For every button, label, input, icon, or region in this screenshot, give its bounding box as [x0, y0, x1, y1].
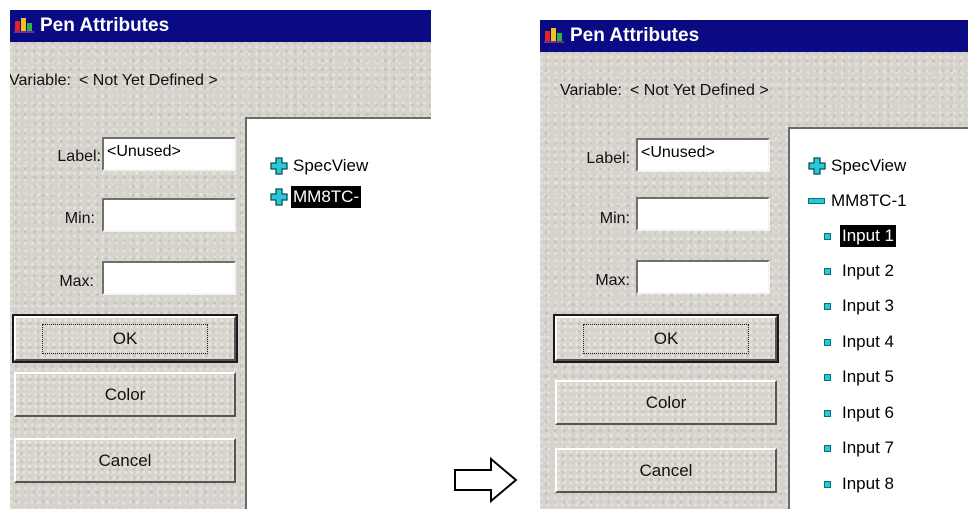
tree-item-label: Input 3 — [842, 296, 894, 315]
pen-attributes-dialog-expanded: Pen Attributes Variable: < Not Yet Define… — [540, 20, 968, 509]
pen-attributes-dialog-collapsed: Pen Attributes Variable: < Not Yet Define… — [10, 10, 431, 509]
max-label: Max: — [595, 272, 630, 289]
tree-item-input-5[interactable]: Input 5 — [824, 366, 896, 388]
variable-tree[interactable]: SpecView MM8TC-1 Input 1 Input 2 Input 3… — [788, 127, 968, 509]
tree-item-mm8tc-1[interactable]: MM8TC-1 — [808, 190, 909, 212]
tree-item-input-2[interactable]: Input 2 — [824, 260, 896, 282]
variable-line: Variable: < Not Yet Defined > — [10, 72, 218, 90]
min-field[interactable] — [102, 198, 236, 232]
right-arrow-icon — [454, 456, 518, 504]
tree-item-input-8[interactable]: Input 8 — [824, 473, 896, 495]
tree-item-label: Input 5 — [842, 367, 894, 386]
label-field[interactable]: <Unused> — [636, 138, 770, 172]
max-field[interactable] — [636, 260, 770, 294]
tree-item-label: SpecView — [831, 156, 907, 175]
variable-value: < Not Yet Defined > — [78, 72, 218, 89]
tree-item-label: MM8TC-1 — [831, 191, 907, 210]
leaf-icon — [824, 373, 831, 381]
leaf-icon — [824, 444, 831, 452]
title-bar[interactable]: Pen Attributes — [10, 10, 431, 42]
tree-item-input-7[interactable]: Input 7 — [824, 437, 896, 459]
cancel-button[interactable]: Cancel — [555, 448, 777, 493]
min-label: Min: — [64, 210, 95, 227]
color-button[interactable]: Color — [14, 372, 236, 417]
title-bar[interactable]: Pen Attributes — [540, 20, 968, 52]
ok-button[interactable]: OK — [12, 314, 238, 363]
tree-item-input-6[interactable]: Input 6 — [824, 402, 896, 424]
leaf-icon — [824, 232, 831, 240]
ok-button-label: OK — [41, 323, 209, 354]
ok-button[interactable]: OK — [553, 314, 779, 363]
max-label: Max: — [59, 273, 94, 290]
tree-item-label: Input 6 — [842, 403, 894, 422]
dialog-title: Pen Attributes — [570, 25, 700, 46]
plus-icon[interactable] — [808, 157, 826, 175]
tree-item-input-3[interactable]: Input 3 — [824, 295, 896, 317]
min-field[interactable] — [636, 197, 770, 231]
minus-icon[interactable] — [808, 198, 825, 204]
label-field-label: Label: — [57, 148, 101, 165]
label-field-label: Label: — [586, 150, 630, 167]
variable-label: Variable: — [10, 72, 71, 89]
label-field[interactable]: <Unused> — [102, 137, 236, 171]
leaf-icon — [824, 302, 831, 310]
variable-tree[interactable]: SpecView MM8TC- — [245, 117, 431, 509]
leaf-icon — [824, 338, 831, 346]
tree-item-label-selected: MM8TC- — [291, 186, 362, 208]
ok-button-label: OK — [582, 323, 750, 354]
leaf-icon — [824, 409, 831, 417]
tree-item-specview[interactable]: SpecView — [808, 155, 908, 177]
dialog-title: Pen Attributes — [40, 15, 170, 36]
tree-item-input-4[interactable]: Input 4 — [824, 331, 896, 353]
min-label: Min: — [599, 210, 630, 227]
variable-line: Variable: < Not Yet Defined > — [560, 82, 769, 100]
app-icon — [544, 28, 564, 43]
leaf-icon — [824, 480, 831, 488]
variable-label: Variable: — [560, 82, 622, 99]
tree-item-label-selected: Input 1 — [840, 225, 896, 247]
tree-item-specview[interactable]: SpecView — [270, 155, 370, 177]
tree-item-mm8tc[interactable]: MM8TC- — [270, 186, 362, 208]
tree-item-label: SpecView — [293, 156, 369, 175]
tree-item-label: Input 7 — [842, 438, 894, 457]
plus-icon[interactable] — [270, 188, 288, 206]
max-field[interactable] — [102, 261, 236, 295]
variable-value: < Not Yet Defined > — [629, 82, 769, 99]
tree-item-label: Input 8 — [842, 474, 894, 493]
cancel-button[interactable]: Cancel — [14, 438, 236, 483]
tree-item-label: Input 4 — [842, 332, 894, 351]
leaf-icon — [824, 267, 831, 275]
app-icon — [14, 18, 34, 33]
tree-item-label: Input 2 — [842, 261, 894, 280]
plus-icon[interactable] — [270, 157, 288, 175]
tree-item-input-1[interactable]: Input 1 — [824, 225, 896, 247]
color-button[interactable]: Color — [555, 380, 777, 425]
